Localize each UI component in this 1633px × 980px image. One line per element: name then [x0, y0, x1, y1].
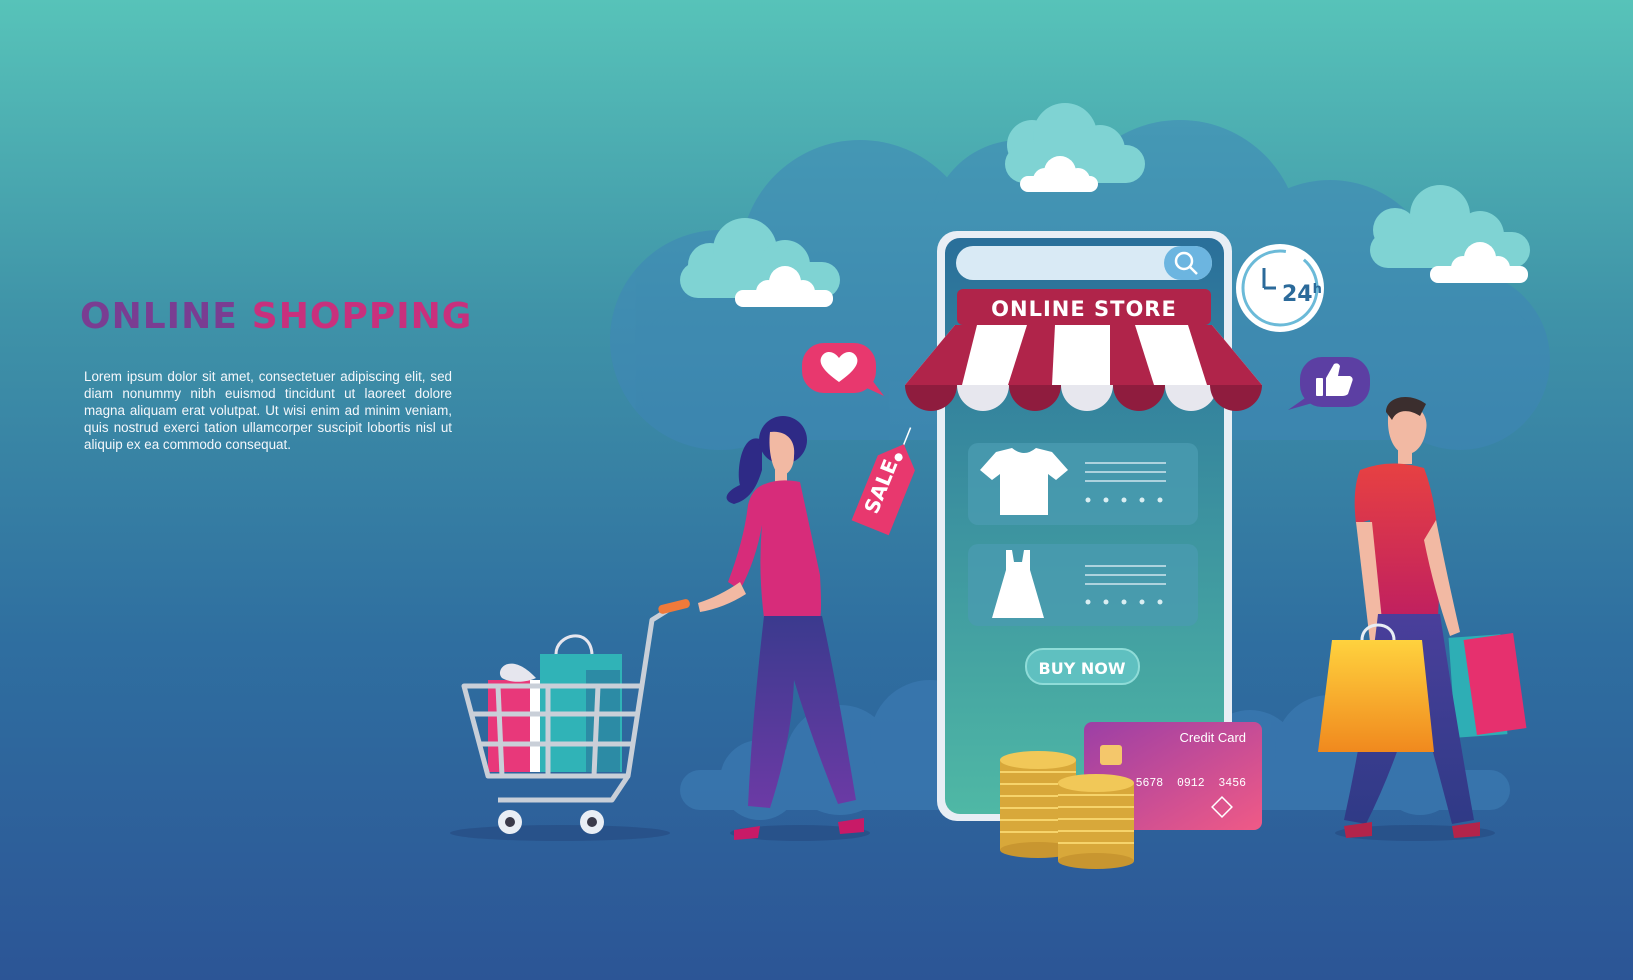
shopping-bag-icon: [540, 634, 622, 772]
shopping-cart-icon: [450, 599, 690, 841]
illustration: [450, 103, 1550, 869]
clock-24h-icon: [1236, 244, 1324, 332]
hero-banner: ONLINE SHOPPING Lorem ipsum dolor sit ame…: [0, 0, 1633, 980]
product-card[interactable]: [968, 544, 1198, 626]
product-card[interactable]: [968, 443, 1198, 525]
shopping-bag-icon: [1448, 632, 1527, 738]
shopping-bag-icon: [1318, 623, 1434, 752]
title-word-shopping: SHOPPING: [251, 296, 473, 337]
title-word-online: ONLINE: [80, 296, 238, 337]
cloud-icon: [1005, 103, 1145, 192]
buy-now-button[interactable]: [1025, 648, 1140, 685]
search-bar[interactable]: [956, 246, 1212, 280]
hero-description: Lorem ipsum dolor sit amet, consectetuer…: [84, 369, 452, 452]
page-title: ONLINE SHOPPING: [80, 296, 472, 337]
store-sign-board: [957, 289, 1211, 325]
card-chip-icon: [1100, 745, 1122, 765]
